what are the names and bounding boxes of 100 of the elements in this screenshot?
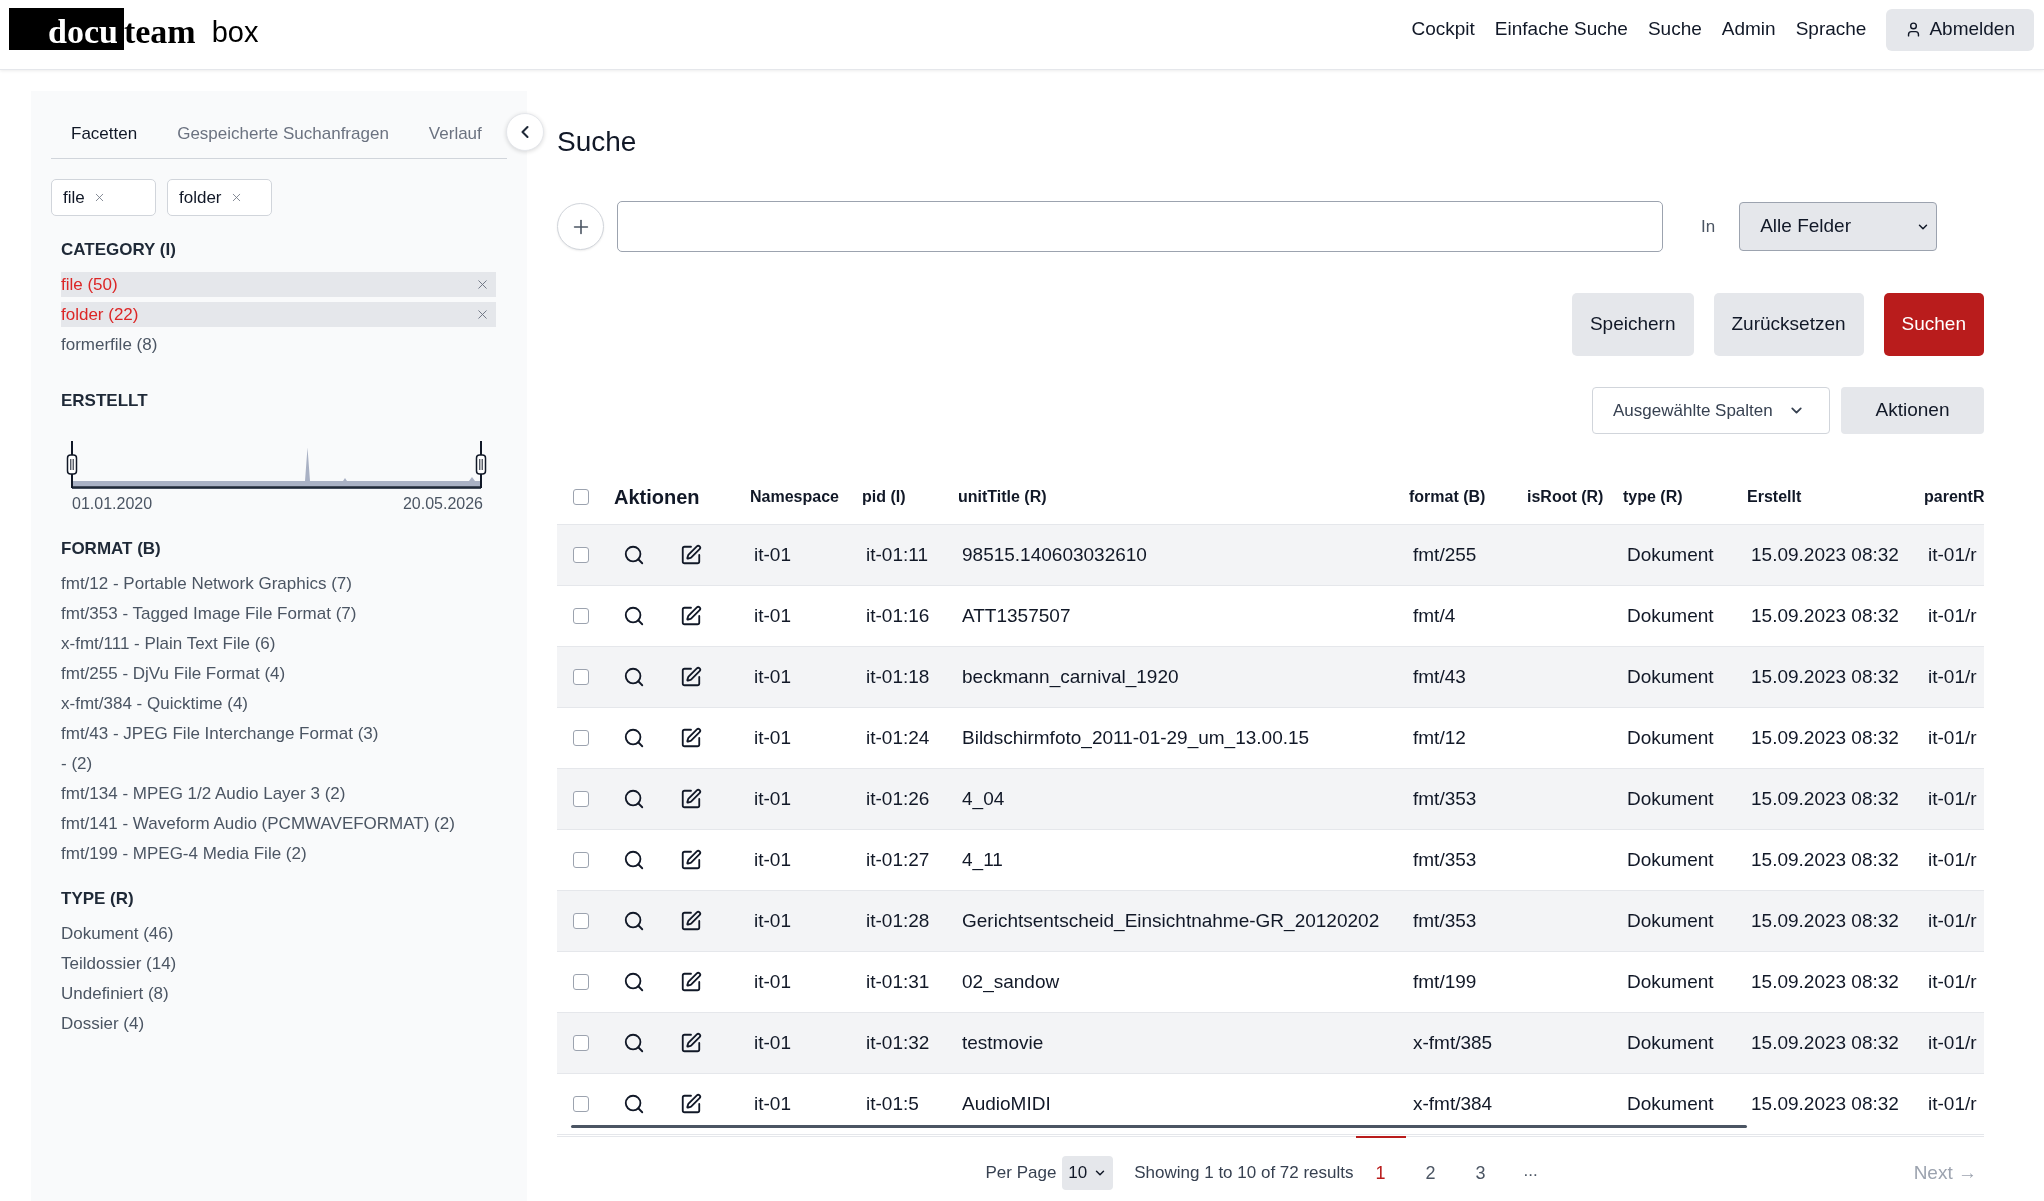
search-icon[interactable]: [623, 544, 645, 566]
row-checkbox[interactable]: [573, 669, 589, 685]
facet-heading: TYPE (R): [61, 888, 135, 910]
sidebar-tab[interactable]: Verlauf: [408, 116, 502, 152]
row-checkbox[interactable]: [573, 913, 589, 929]
table-cell-text: fmt/353: [1412, 786, 1478, 811]
search-icon[interactable]: [623, 666, 645, 688]
range-handle[interactable]: [66, 441, 78, 489]
row-checkbox[interactable]: [573, 547, 589, 563]
facet-item[interactable]: Undefiniert (8): [61, 981, 496, 1006]
edit-icon[interactable]: [680, 666, 702, 688]
edit-icon[interactable]: [680, 727, 702, 749]
page-link[interactable]: 2: [1405, 1136, 1456, 1190]
table-cell-text: testmovie: [961, 1030, 1045, 1055]
facet-item[interactable]: fmt/12 - Portable Network Graphics (7): [61, 571, 496, 596]
columns-dropdown[interactable]: Ausgewählte Spalten: [1592, 387, 1830, 434]
horizontal-scrollbar[interactable]: [571, 1125, 1747, 1128]
table-cell-text: fmt/43: [1412, 664, 1467, 689]
table-cell-text: Dokument: [1626, 1091, 1715, 1116]
table-cell-text: fmt/353: [1412, 847, 1478, 872]
actions-button[interactable]: Aktionen: [1841, 387, 1984, 434]
edit-icon[interactable]: [680, 910, 702, 932]
search-icon[interactable]: [623, 788, 645, 810]
edit-icon[interactable]: [680, 849, 702, 871]
add-button[interactable]: [557, 203, 604, 250]
logo-text: team: [123, 14, 196, 50]
search-icon[interactable]: [623, 1032, 645, 1054]
table-cell-text: it-01/r: [1927, 969, 1978, 994]
collapse-button[interactable]: [506, 113, 544, 151]
facet-item[interactable]: x-fmt/384 - Quicktime (4): [61, 691, 496, 716]
table-cell-text: 15.09.2023 08:32: [1750, 725, 1900, 750]
search-icon[interactable]: [623, 727, 645, 749]
range-handle[interactable]: [475, 441, 487, 489]
facet-item[interactable]: Teildossier (14): [61, 951, 496, 976]
edit-icon[interactable]: [680, 605, 702, 627]
search-icon[interactable]: [623, 605, 645, 627]
table-cell-text: it-01/r: [1927, 786, 1978, 811]
page-link[interactable]: 3: [1455, 1136, 1506, 1190]
close-icon[interactable]: [475, 307, 490, 322]
date-range-slider[interactable]: [66, 441, 487, 491]
search-icon[interactable]: [623, 1093, 645, 1115]
submit-button[interactable]: Suchen: [1883, 293, 1984, 356]
table-cell-text: Dokument: [1626, 542, 1715, 567]
search-icon[interactable]: [623, 849, 645, 871]
scope-select[interactable]: Alle Felder: [1739, 202, 1938, 251]
facet-item[interactable]: fmt/199 - MPEG-4 Media File (2): [61, 841, 496, 866]
row-checkbox[interactable]: [573, 852, 589, 868]
facet-item[interactable]: x-fmt/111 - Plain Text File (6): [61, 631, 496, 656]
logout-button[interactable]: Abmelden: [1886, 8, 2034, 51]
facet-item[interactable]: Dokument (46): [61, 921, 496, 946]
row-checkbox[interactable]: [573, 974, 589, 990]
search-icon[interactable]: [623, 910, 645, 932]
close-icon[interactable]: [475, 277, 490, 292]
nav-link[interactable]: Admin: [1721, 15, 1776, 44]
facet-item[interactable]: file (50): [61, 272, 496, 297]
sidebar-tab[interactable]: Gespeicherte Suchanfragen: [157, 116, 409, 152]
filter-chip[interactable]: file: [51, 179, 156, 216]
table-cell-text: AudioMIDI: [961, 1091, 1052, 1116]
facet-item[interactable]: fmt/134 - MPEG 1/2 Audio Layer 3 (2): [61, 781, 496, 806]
row-checkbox[interactable]: [573, 1035, 589, 1051]
facet-item[interactable]: fmt/43 - JPEG File Interchange Format (3): [61, 721, 496, 746]
edit-icon[interactable]: [680, 1093, 702, 1115]
table-cell-text: it-01:32: [865, 1030, 931, 1055]
form-button[interactable]: Zurücksetzen: [1713, 293, 1864, 356]
range-end-date: 20.05.2026: [402, 494, 483, 514]
product-name: box: [211, 17, 259, 50]
facet-item[interactable]: - (2): [61, 751, 496, 776]
row-checkbox[interactable]: [573, 791, 589, 807]
table-cell-text: it-01:31: [865, 969, 931, 994]
nav-link[interactable]: Suche: [1647, 15, 1702, 44]
table-cell-text: fmt/12: [1412, 725, 1467, 750]
page-link[interactable]: 1: [1355, 1136, 1406, 1190]
table-cell-text: it-01: [753, 908, 792, 933]
edit-icon[interactable]: [680, 788, 702, 810]
edit-icon[interactable]: [680, 544, 702, 566]
row-checkbox[interactable]: [573, 608, 589, 624]
nav-link[interactable]: Einfache Suche: [1494, 15, 1628, 44]
sidebar-tab[interactable]: Facetten: [51, 116, 158, 152]
filter-chip[interactable]: folder: [167, 179, 272, 216]
facet-item[interactable]: folder (22): [61, 302, 496, 327]
table-cell-text: 98515.140603032610: [961, 542, 1148, 567]
nav-link[interactable]: Sprache: [1795, 15, 1867, 44]
per-page-select[interactable]: 10: [1062, 1156, 1114, 1190]
select-all-checkbox[interactable]: [573, 489, 589, 505]
form-button[interactable]: Speichern: [1571, 293, 1694, 356]
facet-item[interactable]: fmt/353 - Tagged Image File Format (7): [61, 601, 496, 626]
facet-item[interactable]: fmt/141 - Waveform Audio (PCMWAVEFORMAT) (2): [61, 811, 496, 836]
facet-item[interactable]: formerfile (8): [61, 332, 496, 357]
edit-icon[interactable]: [680, 971, 702, 993]
search-icon[interactable]: [623, 971, 645, 993]
table-cell-text: 15.09.2023 08:32: [1750, 542, 1900, 567]
search-field[interactable]: [617, 201, 1663, 252]
column-header: format (B): [1408, 487, 1487, 507]
facet-item[interactable]: Dossier (4): [61, 1011, 496, 1036]
facet-item[interactable]: fmt/255 - DjVu File Format (4): [61, 661, 496, 686]
row-checkbox[interactable]: [573, 1096, 589, 1112]
nav-link[interactable]: Cockpit: [1411, 15, 1475, 44]
column-header: pid (I): [861, 487, 907, 507]
row-checkbox[interactable]: [573, 730, 589, 746]
edit-icon[interactable]: [680, 1032, 702, 1054]
